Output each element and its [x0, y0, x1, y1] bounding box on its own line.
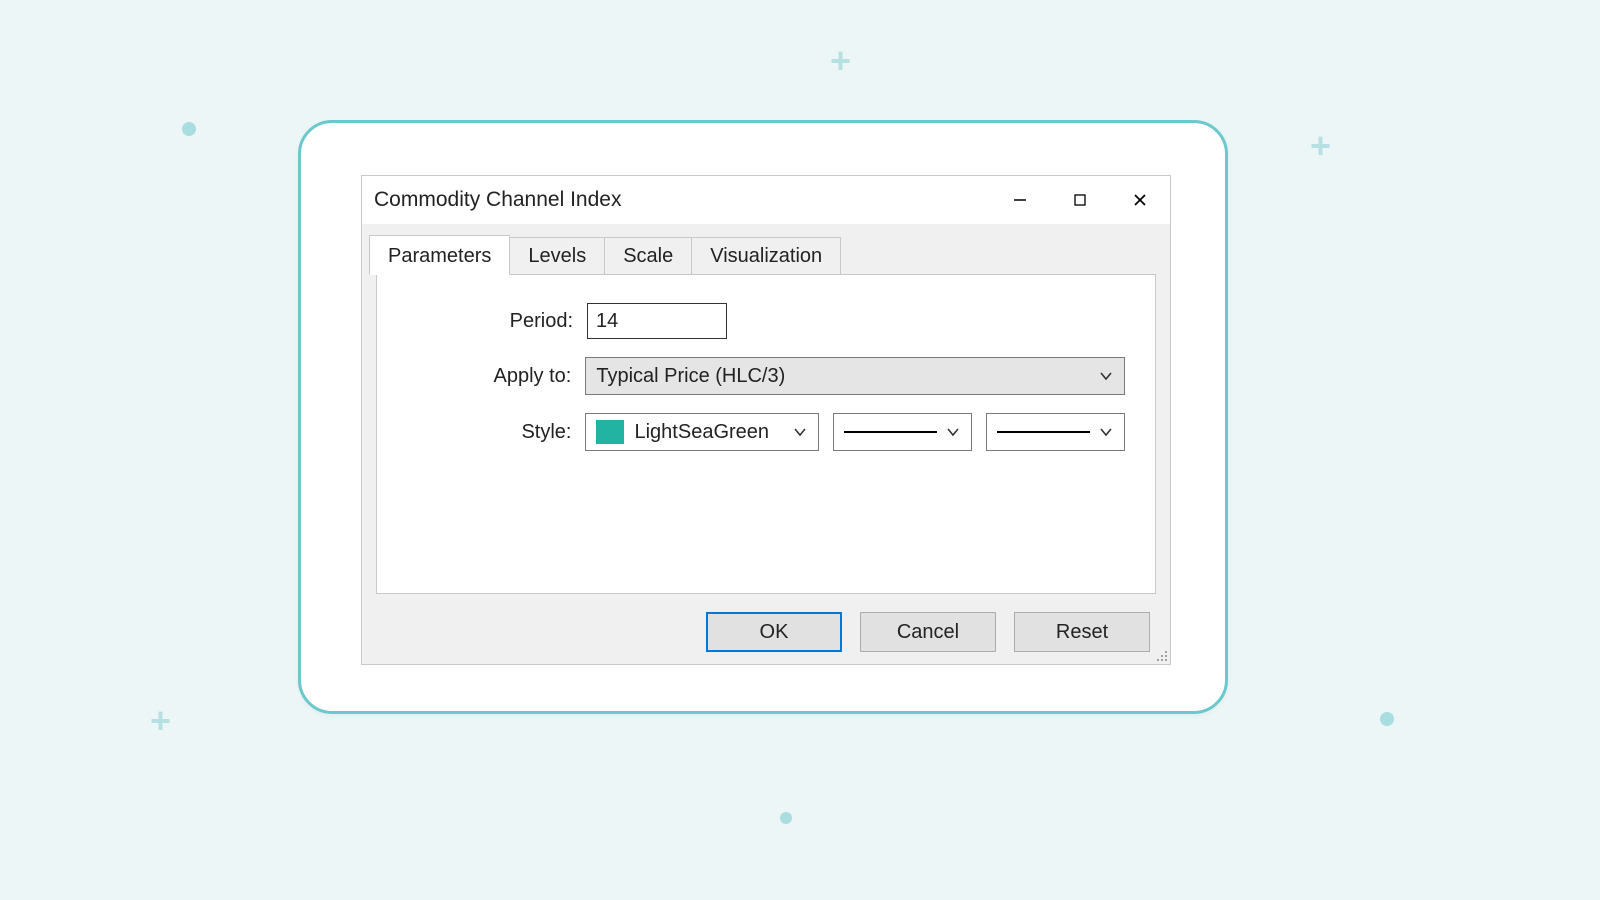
decoration-plus: + [150, 700, 171, 742]
titlebar: Commodity Channel Index [362, 176, 1170, 224]
tab-visualization[interactable]: Visualization [692, 237, 841, 275]
apply-to-value: Typical Price (HLC/3) [596, 365, 785, 388]
tabstrip-container: Parameters Levels Scale Visualization Pe… [362, 224, 1170, 594]
line-preview [844, 431, 937, 433]
decoration-dot [1380, 712, 1394, 726]
chevron-down-icon [1094, 420, 1118, 444]
style-color-value: LightSeaGreen [634, 421, 769, 444]
chevron-down-icon [941, 420, 965, 444]
style-linewidth-select[interactable] [986, 413, 1125, 451]
close-button[interactable] [1110, 176, 1170, 223]
tab-parameters[interactable]: Parameters [369, 235, 510, 275]
ok-button[interactable]: OK [706, 612, 842, 652]
cancel-button[interactable]: Cancel [860, 612, 996, 652]
tab-levels[interactable]: Levels [510, 237, 605, 275]
period-input[interactable] [587, 303, 727, 339]
decoration-dot [780, 812, 792, 824]
maximize-button[interactable] [1050, 176, 1110, 223]
close-icon [1132, 192, 1148, 208]
decoration-plus: + [1310, 125, 1331, 167]
color-swatch [596, 420, 624, 444]
minimize-button[interactable] [990, 176, 1050, 223]
tab-scale[interactable]: Scale [605, 237, 692, 275]
reset-button[interactable]: Reset [1014, 612, 1150, 652]
decoration-dot [182, 122, 196, 136]
style-linestyle-select[interactable] [833, 413, 972, 451]
tabpanel-parameters: Period: Apply to: Typical Price (HLC/3) … [376, 274, 1156, 594]
style-label: Style: [407, 421, 585, 444]
dialog-footer: OK Cancel Reset [362, 600, 1170, 664]
resize-grip[interactable] [1152, 646, 1168, 662]
line-preview [997, 431, 1090, 433]
card-container: Commodity Channel Index Parameters Level… [298, 120, 1228, 714]
window-controls [990, 176, 1170, 223]
apply-to-label: Apply to: [407, 365, 585, 388]
chevron-down-icon [788, 420, 812, 444]
decoration-plus: + [830, 40, 851, 82]
row-period: Period: [407, 303, 1125, 339]
row-style: Style: LightSeaGreen [407, 413, 1125, 451]
apply-to-select[interactable]: Typical Price (HLC/3) [585, 357, 1125, 395]
style-color-select[interactable]: LightSeaGreen [585, 413, 819, 451]
minimize-icon [1012, 192, 1028, 208]
dialog-window: Commodity Channel Index Parameters Level… [361, 175, 1171, 665]
maximize-icon [1072, 192, 1088, 208]
period-label: Period: [407, 310, 587, 333]
tabstrip: Parameters Levels Scale Visualization [369, 234, 1163, 274]
chevron-down-icon [1094, 364, 1118, 388]
window-title: Commodity Channel Index [374, 188, 621, 212]
row-apply-to: Apply to: Typical Price (HLC/3) [407, 357, 1125, 395]
